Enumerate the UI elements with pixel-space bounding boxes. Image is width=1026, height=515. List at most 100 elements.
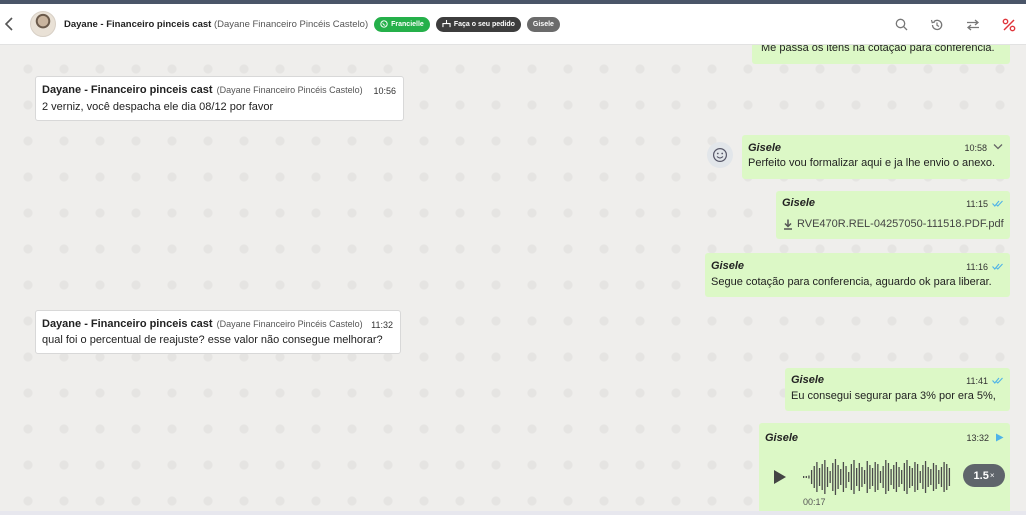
message-time: 11:41: [966, 376, 988, 386]
audio-duration: 00:17: [803, 497, 826, 507]
message-sender: Gisele: [791, 374, 825, 386]
message-outgoing-file[interactable]: Gisele 11:15 RVE470R.REL-04257050-111518…: [776, 191, 1010, 239]
waveform-bar: [924, 461, 927, 493]
waveform-bar: [909, 466, 911, 488]
waveform-bar: [829, 471, 831, 483]
waveform-bar: [861, 467, 863, 487]
message-time: 13:32: [966, 433, 989, 443]
message-text: qual foi o percentual de reajuste? esse …: [42, 334, 383, 346]
waveform-bar: [871, 468, 874, 486]
waveform-bar: [845, 466, 847, 488]
order-tag[interactable]: Faça o seu pedido: [435, 16, 521, 32]
waveform-bar: [932, 463, 935, 491]
waveform-bar: [927, 467, 929, 487]
waveform-bar: [813, 466, 815, 488]
waveform-bar: [803, 476, 805, 478]
playback-speed-value: 1.5: [973, 469, 989, 482]
contact-avatar[interactable]: [30, 11, 56, 37]
waveform-bar: [808, 475, 810, 479]
message-incoming[interactable]: Dayane - Financeiro pinceis cast (Dayane …: [35, 310, 401, 354]
sender-subtitle: (Dayane Financeiro Pincéis Castelo): [216, 319, 363, 329]
message-sender: Gisele: [711, 260, 745, 272]
back-arrow-icon[interactable]: [4, 17, 18, 31]
waveform-bar: [919, 471, 921, 483]
waveform-bar: [940, 467, 943, 487]
chevron-down-icon[interactable]: [993, 143, 1003, 151]
waveform-bar: [938, 470, 940, 484]
message-outgoing-audio[interactable]: Gisele 13:32 00:17 1.5 ×: [759, 423, 1010, 511]
waveform-bar: [879, 471, 882, 483]
message-time: 11:32: [371, 320, 393, 330]
waveform-bar: [826, 467, 829, 487]
waveform-bar: [922, 465, 924, 489]
message-sender: Dayane - Financeiro pinceis cast (Dayane …: [42, 84, 363, 96]
waveform-bar: [858, 463, 860, 491]
message-text: 2 verniz, você despacha ele dia 08/12 po…: [42, 101, 274, 113]
waveform-bar: [943, 462, 945, 492]
waveform-bar: [842, 462, 845, 492]
emoji-reaction-icon[interactable]: [707, 142, 733, 168]
chat-area[interactable]: Me passa os itens na cotação para confer…: [0, 45, 1026, 511]
waveform-bar: [874, 462, 876, 492]
search-icon[interactable]: [895, 18, 908, 31]
waveform-bar: [914, 462, 916, 492]
waveform-bar: [916, 464, 919, 490]
waveform-bar: [837, 465, 839, 489]
message-time: 11:15: [966, 199, 988, 209]
waveform-bar: [869, 465, 871, 489]
waveform-bar: [824, 460, 826, 494]
sender-subtitle: (Dayane Financeiro Pincéis Castelo): [216, 85, 363, 95]
waveform-bar: [816, 462, 818, 492]
history-icon[interactable]: [930, 18, 944, 32]
waveform-bar: [832, 463, 834, 491]
composer-edge: [0, 511, 1026, 515]
file-attachment[interactable]: RVE470R.REL-04257050-111518.PDF.pdf: [783, 218, 1004, 230]
message-outgoing[interactable]: Gisele 11:16 Segue cotação para conferen…: [705, 253, 1010, 297]
waveform-bar: [901, 470, 903, 484]
playback-speed-unit: ×: [989, 471, 995, 480]
message-sender: Gisele: [748, 142, 782, 154]
percent-icon[interactable]: [1002, 18, 1016, 32]
waveform-bar: [866, 461, 868, 493]
playback-speed-button[interactable]: 1.5 ×: [963, 464, 1005, 487]
message-time: 10:56: [373, 86, 396, 96]
contact-subtitle: (Dayane Financeiro Pincéis Castelo): [213, 18, 369, 30]
download-icon[interactable]: [783, 219, 793, 230]
waveform-bar: [903, 463, 905, 491]
message-text: Me passa os itens na cotação para confer…: [761, 45, 995, 54]
transfer-icon[interactable]: [966, 19, 980, 31]
waveform-bar: [853, 460, 855, 494]
message-text: Perfeito vou formalizar aqui e ja lhe en…: [748, 157, 996, 169]
waveform-bar: [818, 468, 821, 486]
message-outgoing[interactable]: Me passa os itens na cotação para confer…: [752, 45, 1010, 64]
waveform-bar: [882, 466, 884, 488]
double-check-icon: [992, 263, 1003, 270]
whatsapp-connection-tag[interactable]: Francielle: [374, 16, 430, 32]
hierarchy-icon: [442, 20, 451, 28]
whatsapp-tag-label: Francielle: [391, 20, 424, 28]
waveform-bar: [890, 469, 892, 485]
message-sender: Gisele: [765, 432, 799, 444]
message-text: Segue cotação para conferencia, aguardo …: [711, 276, 992, 288]
waveform-bar: [810, 470, 813, 484]
waveform-bar: [863, 470, 866, 484]
message-incoming[interactable]: Dayane - Financeiro pinceis cast (Dayane …: [35, 76, 404, 121]
play-icon[interactable]: [773, 469, 787, 485]
contact-title[interactable]: Dayane - Financeiro pinceis cast (Dayane…: [64, 19, 368, 30]
whatsapp-icon: [380, 20, 388, 28]
message-outgoing[interactable]: Gisele 11:41 Eu consegui segurar para 3%…: [785, 368, 1010, 411]
agent-tag[interactable]: Gisele: [526, 16, 560, 32]
double-check-icon: [992, 200, 1003, 207]
waveform-bar: [911, 468, 913, 486]
message-outgoing[interactable]: Gisele 10:58 Perfeito vou formalizar aqu…: [742, 135, 1010, 179]
audio-waveform[interactable]: [803, 457, 953, 497]
message-time: 10:58: [964, 143, 987, 153]
waveform-bar: [805, 476, 807, 478]
message-sender: Dayane - Financeiro pinceis cast (Dayane …: [42, 318, 363, 330]
waveform-bar: [848, 472, 850, 482]
waveform-bar: [906, 460, 908, 494]
file-name[interactable]: RVE470R.REL-04257050-111518.PDF.pdf: [797, 218, 1004, 230]
sender-name: Dayane - Financeiro pinceis cast: [42, 318, 213, 330]
waveform-bar: [850, 464, 852, 490]
waveform-bar: [898, 467, 900, 487]
